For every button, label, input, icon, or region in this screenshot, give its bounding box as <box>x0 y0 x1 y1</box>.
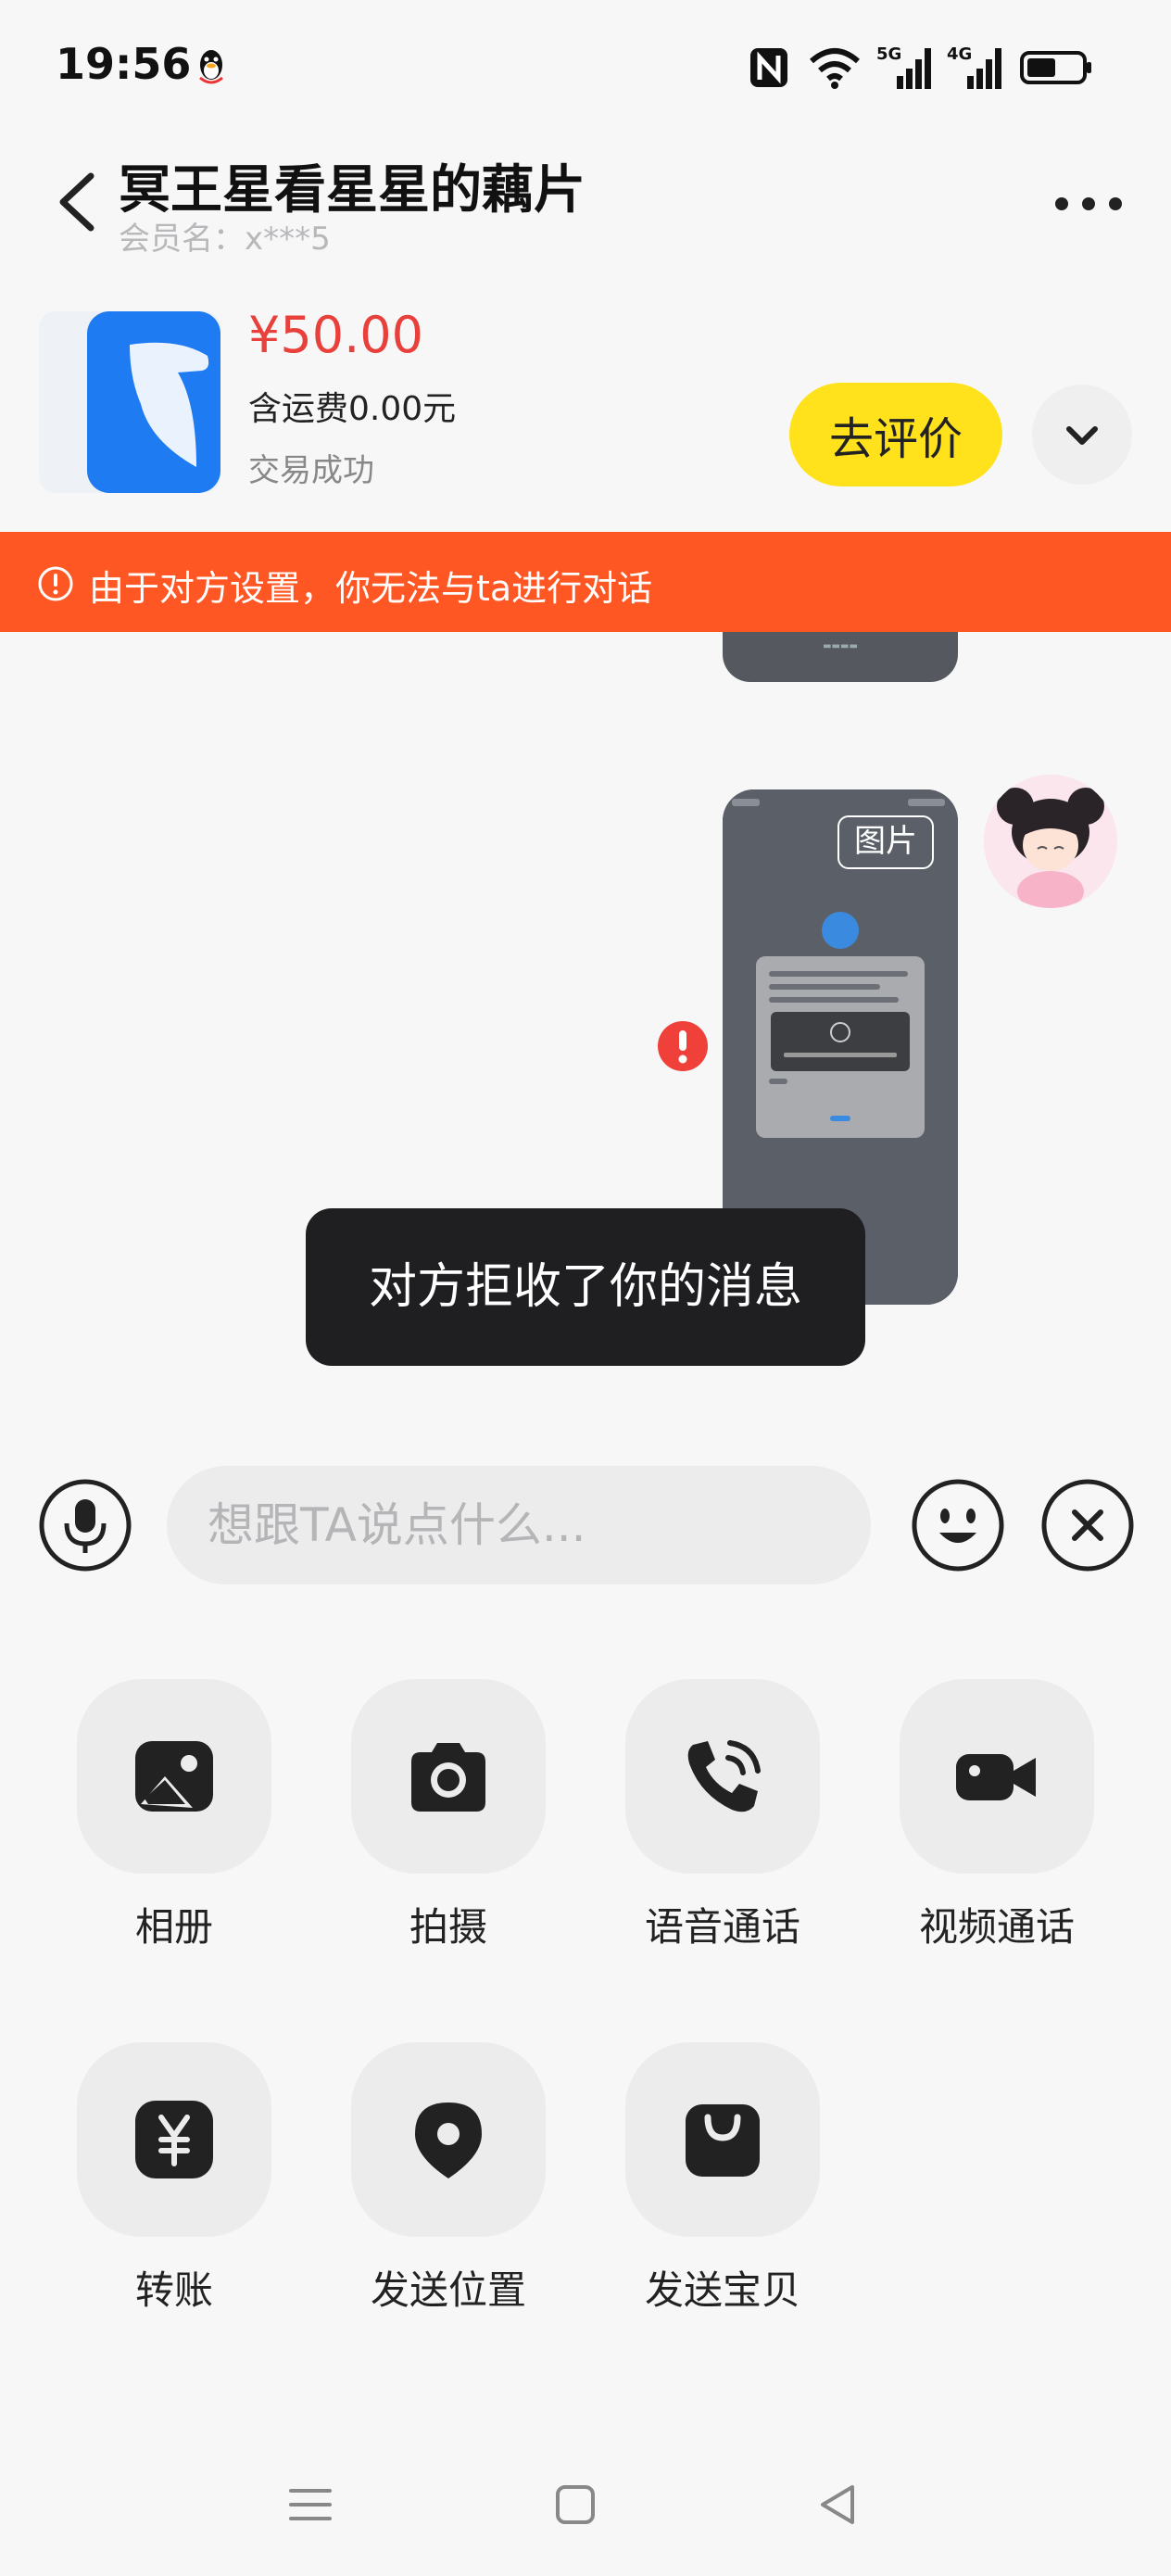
emoji-button[interactable] <box>910 1477 1006 1573</box>
location-icon <box>415 2102 482 2178</box>
tool-send-item-tile[interactable] <box>625 2042 820 2237</box>
home-icon[interactable] <box>554 2481 597 2528</box>
tool-transfer-label: 转账 <box>134 2267 213 2313</box>
tool-transfer[interactable]: 转账 <box>54 2042 295 2316</box>
more-tools-panel: 相册 拍摄 语音通话 视频通话 转账 发送位置 发送宝贝 <box>0 1631 1171 2446</box>
product-price: ¥50.00 <box>248 306 423 364</box>
tool-video-call-label: 视频通话 <box>918 1904 1075 1950</box>
tool-album-label: 相册 <box>134 1904 213 1950</box>
more-options-button[interactable] <box>1047 176 1130 232</box>
signal-4g-icon: 4G <box>947 44 1001 89</box>
nfc-icon <box>750 48 787 87</box>
close-panel-button[interactable] <box>1039 1477 1136 1573</box>
wifi-icon <box>810 48 860 89</box>
tool-camera-tile[interactable] <box>351 1679 546 1874</box>
net-5g-label: 5G <box>876 44 901 64</box>
back-button[interactable] <box>46 165 111 239</box>
tool-send-item[interactable]: 发送宝贝 <box>602 2042 843 2316</box>
shipping-fee: 含运费0.00元 <box>248 390 457 428</box>
member-name: 会员名：x***5 <box>119 221 331 258</box>
blocked-banner: 由于对方设置，你无法与ta进行对话 <box>0 532 1171 632</box>
tool-video-call[interactable]: 视频通话 <box>876 1679 1117 1952</box>
chevron-down-icon <box>1066 426 1098 445</box>
warning-icon <box>38 566 73 601</box>
tool-transfer-tile[interactable] <box>77 2042 271 2237</box>
avatar-image <box>984 775 1117 908</box>
tool-camera-label: 拍摄 <box>409 1904 487 1950</box>
tool-voice-call-label: 语音通话 <box>644 1904 800 1950</box>
image-label-tag: 图片 <box>837 815 934 869</box>
shopping-bag-icon <box>686 2104 760 2177</box>
review-button[interactable]: 去评价 <box>789 383 1002 486</box>
tool-video-call-tile[interactable] <box>900 1679 1094 1874</box>
previous-image-fragment: ▬▬▬▬ <box>823 641 858 651</box>
chat-title: 冥王星看星星的藕片 <box>119 160 586 221</box>
tool-location[interactable]: 发送位置 <box>328 2042 569 2316</box>
product-thumbnail[interactable] <box>39 311 220 493</box>
system-nav-bar <box>0 2446 1171 2576</box>
tool-voice-call[interactable]: 语音通话 <box>602 1679 843 1952</box>
message-input[interactable] <box>167 1466 871 1585</box>
send-failed-icon[interactable] <box>656 1019 710 1073</box>
camera-icon <box>411 1743 485 1812</box>
tool-voice-call-tile[interactable] <box>625 1679 820 1874</box>
expand-product-button[interactable] <box>1032 385 1132 485</box>
voice-input-button[interactable] <box>37 1477 133 1573</box>
tool-location-tile[interactable] <box>351 2042 546 2237</box>
app-logo-icon <box>39 311 220 493</box>
signal-5g-icon: 5G <box>876 44 931 89</box>
video-call-icon <box>956 1754 1036 1800</box>
qq-notification-icon <box>199 50 223 84</box>
tool-camera[interactable]: 拍摄 <box>328 1679 569 1952</box>
transfer-icon <box>135 2101 213 2178</box>
net-4g-label: 4G <box>947 44 972 64</box>
banner-text: 由于对方设置，你无法与ta进行对话 <box>89 568 653 609</box>
album-icon <box>135 1741 213 1812</box>
voice-call-icon <box>687 1740 761 1812</box>
tool-album[interactable]: 相册 <box>54 1679 295 1952</box>
transaction-status: 交易成功 <box>248 452 374 489</box>
back-nav-icon[interactable] <box>815 2481 862 2528</box>
battery-icon <box>1020 51 1091 84</box>
tool-album-tile[interactable] <box>77 1679 271 1874</box>
user-avatar[interactable] <box>984 775 1117 908</box>
tool-location-label: 发送位置 <box>370 2267 526 2313</box>
menu-icon[interactable] <box>287 2481 334 2528</box>
previous-image-message[interactable]: ▬▬▬▬ <box>723 632 958 682</box>
rejected-toast: 对方拒收了你的消息 <box>306 1208 865 1366</box>
tool-send-item-label: 发送宝贝 <box>644 2267 800 2313</box>
status-time: 19:56 <box>56 39 192 89</box>
